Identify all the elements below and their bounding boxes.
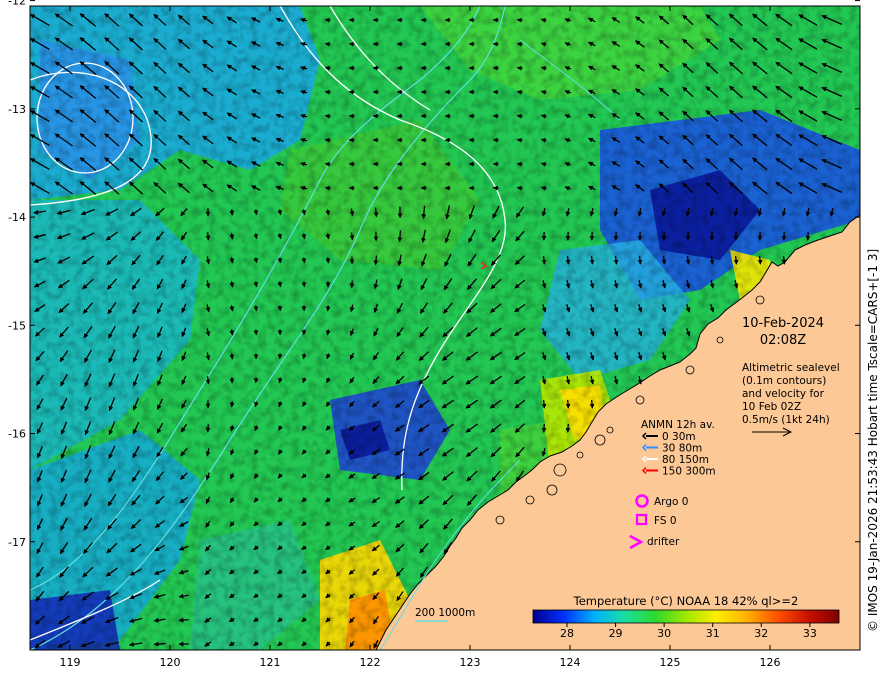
island — [755, 295, 765, 305]
lon-tick-label: 120 — [160, 656, 181, 669]
colorbar-bar — [532, 609, 840, 624]
colorbar-tick-label: 28 — [560, 627, 574, 640]
depth-legend: 200 1000m — [415, 607, 475, 622]
lat-tick-label: -15 — [8, 319, 26, 332]
island — [546, 484, 558, 496]
map-time: 02:08Z — [760, 333, 806, 348]
colorbar-title: Temperature (°C) NOAA 18 42% ql>=2 — [573, 594, 799, 608]
island — [576, 451, 584, 459]
anmn-legend-label: 80 150m — [662, 454, 709, 466]
lon-tick-label: 125 — [660, 656, 681, 669]
island — [606, 426, 614, 434]
fs-label: FS 0 — [654, 515, 677, 527]
anmn-legend-label: 0 30m — [662, 431, 696, 443]
island — [685, 365, 695, 375]
colorbar-tick-label: 30 — [657, 627, 671, 640]
island — [716, 336, 724, 344]
altimetry-line-1: Altimetric sealevel — [742, 362, 840, 374]
lon-tick-label: 121 — [260, 656, 281, 669]
argo-label: Argo 0 — [654, 496, 688, 508]
imos-credit: © IMOS 19-Jan-2026 21:53:43 Hobart time … — [866, 249, 880, 632]
lon-tick-label: 123 — [460, 656, 481, 669]
depth-legend-label: 200 1000m — [415, 607, 475, 619]
anmn-legend-title: ANMN 12h av. — [641, 419, 715, 431]
colorbar-tick-label: 29 — [609, 627, 623, 640]
lat-tick-label: -17 — [8, 536, 26, 549]
island — [525, 495, 535, 505]
colorbar-tick-label: 31 — [706, 627, 720, 640]
lat-tick-label: -14 — [8, 211, 26, 224]
island — [594, 434, 606, 446]
altimetry-line-4: 10 Feb 02Z — [742, 401, 801, 413]
lat-tick-label: -13 — [8, 103, 26, 116]
colorbar-tick-label: 32 — [754, 627, 768, 640]
lat-tick-label: -12 — [8, 0, 26, 8]
island — [495, 515, 505, 525]
anmn-legend-label: 30 80m — [662, 443, 702, 455]
altimetry-line-2: (0.1m contours) — [742, 375, 826, 387]
colorbar-tick-label: 33 — [803, 627, 817, 640]
lon-tick-label: 126 — [760, 656, 781, 669]
altimetry-line-3: and velocity for — [742, 388, 825, 400]
drifter-label: drifter — [647, 536, 680, 548]
anmn-legend-label: 150 300m — [662, 466, 716, 478]
altimetry-line-5: 0.5m/s (1kt 24h) — [742, 414, 830, 426]
lon-tick-label: 124 — [560, 656, 581, 669]
lon-tick-label: 119 — [60, 656, 81, 669]
map-date: 10-Feb-2024 — [742, 316, 824, 331]
sst-map: 119 120 121 122 123 124 125 126 -12 -13 -14 -15 -16… — [8, 0, 880, 669]
island — [635, 395, 645, 405]
lon-tick-label: 122 — [360, 656, 381, 669]
lat-tick-label: -16 — [8, 428, 26, 441]
map-area[interactable] — [30, 6, 860, 650]
island — [553, 463, 567, 477]
